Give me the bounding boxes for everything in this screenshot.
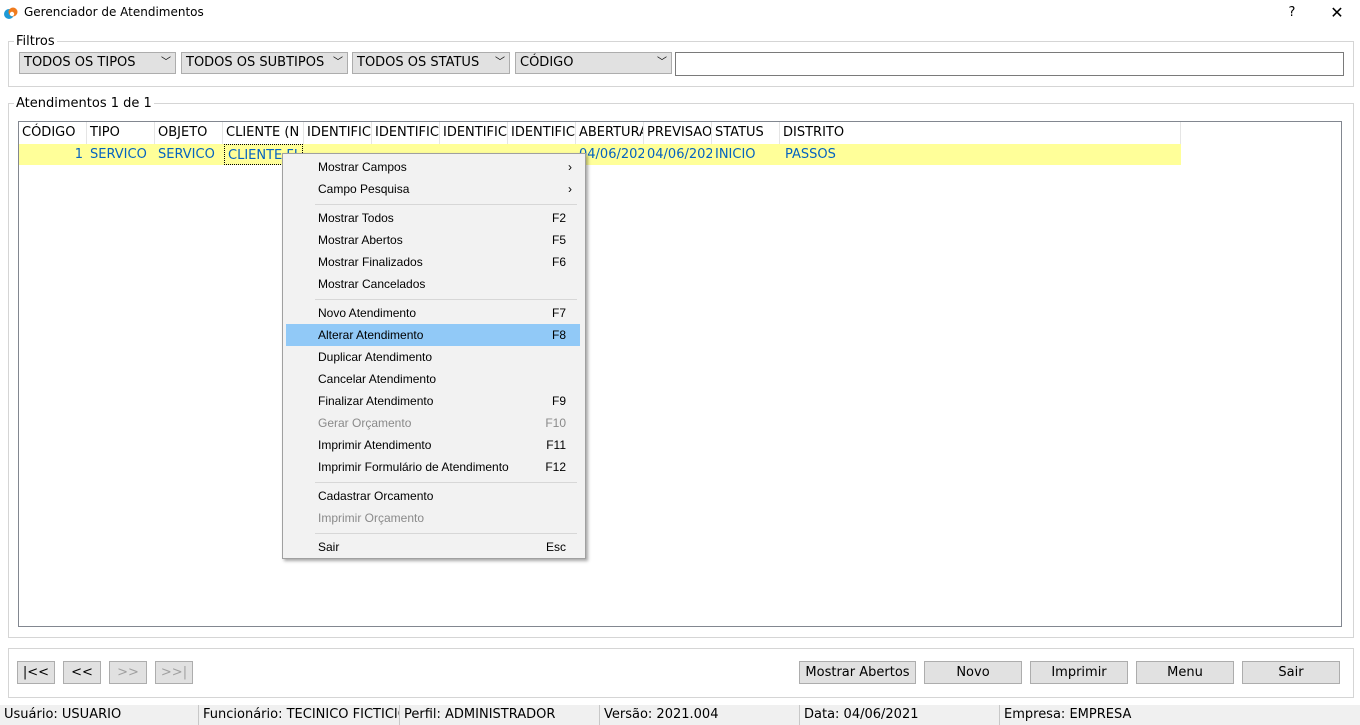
status-employee: Funcionário: TECINICO FICTICIO [199, 705, 400, 725]
cell-status: INICIO [715, 147, 756, 162]
table-row[interactable]: 1 SERVICO SERVICO CLIENTE FI 04/06/202 0… [19, 144, 1181, 165]
menu-item-alterar-atendimento[interactable]: Alterar Atendimento F8 [286, 324, 580, 346]
last-page-button[interactable]: >>| [155, 661, 193, 684]
help-button[interactable]: ? [1282, 3, 1302, 23]
menu-separator [315, 482, 577, 483]
chevron-down-icon: ﹀ [657, 57, 667, 68]
menu-item-sair[interactable]: Sair Esc [286, 536, 580, 558]
filters-label: Filtros [14, 34, 57, 49]
prev-page-button[interactable]: << [63, 661, 101, 684]
atendimentos-grid[interactable]: CÓDIGO TIPO OBJETO CLIENTE (N IDENTIFIC … [18, 121, 1342, 627]
column-header-previsao[interactable]: PREVISAO [644, 122, 712, 144]
cell-codigo: 1 [74, 147, 83, 162]
status-filter-value: TODOS OS STATUS [357, 55, 480, 70]
menu-separator [315, 299, 577, 300]
cell-distrito: PASSOS [785, 147, 836, 162]
search-field-value: CÓDIGO [520, 55, 574, 70]
column-header-identificacao-3[interactable]: IDENTIFIC [440, 122, 508, 144]
menu-item-mostrar-campos[interactable]: Mostrar Campos › [286, 156, 580, 178]
title-bar: Gerenciador de Atendimentos ? ✕ [0, 0, 1360, 26]
menu-item-campo-pesquisa[interactable]: Campo Pesquisa › [286, 178, 580, 200]
cell-tipo: SERVICO [90, 147, 147, 162]
search-input[interactable] [675, 52, 1344, 76]
first-page-button[interactable]: |<< [17, 661, 55, 684]
column-header-cliente[interactable]: CLIENTE (N [223, 122, 304, 144]
app-logo-icon [4, 7, 18, 19]
cell-previsao: 04/06/202 [647, 147, 712, 162]
chevron-down-icon: ﹀ [333, 57, 343, 68]
grid-header: CÓDIGO TIPO OBJETO CLIENTE (N IDENTIFIC … [19, 122, 1181, 144]
menu-item-finalizar-atendimento[interactable]: Finalizar Atendimento F9 [286, 390, 580, 412]
new-button[interactable]: Novo [924, 661, 1022, 684]
column-header-objeto[interactable]: OBJETO [155, 122, 223, 144]
chevron-right-icon: › [568, 160, 572, 174]
menu-item-cancelar-atendimento[interactable]: Cancelar Atendimento [286, 368, 580, 390]
status-version: Versão: 2021.004 [600, 705, 800, 725]
menu-item-novo-atendimento[interactable]: Novo Atendimento F7 [286, 302, 580, 324]
status-profile: Perfil: ADMINISTRADOR [400, 705, 600, 725]
menu-item-mostrar-todos[interactable]: Mostrar Todos F2 [286, 207, 580, 229]
cell-objeto: SERVICO [158, 147, 215, 162]
subtype-filter-value: TODOS OS SUBTIPOS [186, 55, 325, 70]
menu-separator [315, 204, 577, 205]
menu-item-imprimir-formulario[interactable]: Imprimir Formulário de Atendimento F12 [286, 456, 580, 478]
menu-item-mostrar-cancelados[interactable]: Mostrar Cancelados [286, 273, 580, 295]
menu-item-gerar-orcamento: Gerar Orçamento F10 [318, 416, 566, 430]
column-header-abertura[interactable]: ABERTURA [576, 122, 644, 144]
next-page-button[interactable]: >> [109, 661, 147, 684]
search-field-select[interactable]: CÓDIGO ﹀ [515, 52, 672, 74]
column-header-distrito[interactable]: DISTRITO [780, 122, 1181, 144]
status-filter-select[interactable]: TODOS OS STATUS ﹀ [352, 52, 510, 74]
column-header-tipo[interactable]: TIPO [87, 122, 155, 144]
type-filter-select[interactable]: TODOS OS TIPOS ﹀ [19, 52, 176, 74]
menu-item-cadastrar-orcamento[interactable]: Cadastrar Orcamento [286, 485, 580, 507]
column-header-identificacao-2[interactable]: IDENTIFIC [372, 122, 440, 144]
chevron-down-icon: ﹀ [495, 57, 505, 68]
context-menu: Mostrar Campos › Campo Pesquisa › Mostra… [282, 153, 586, 559]
column-header-identificacao-1[interactable]: IDENTIFIC [304, 122, 372, 144]
exit-button[interactable]: Sair [1242, 661, 1340, 684]
status-date: Data: 04/06/2021 [800, 705, 1000, 725]
menu-item-imprimir-atendimento[interactable]: Imprimir Atendimento F11 [286, 434, 580, 456]
list-count-label: Atendimentos 1 de 1 [14, 96, 154, 111]
print-button[interactable]: Imprimir [1030, 661, 1128, 684]
subtype-filter-select[interactable]: TODOS OS SUBTIPOS ﹀ [181, 52, 348, 74]
status-user: Usuário: USUARIO [0, 705, 199, 725]
menu-item-imprimir-orcamento: Imprimir Orçamento [318, 511, 425, 525]
type-filter-value: TODOS OS TIPOS [24, 55, 136, 70]
chevron-down-icon: ﹀ [161, 57, 171, 68]
column-header-status[interactable]: STATUS [712, 122, 780, 144]
status-company: Empresa: EMPRESA [1004, 707, 1132, 722]
menu-item-mostrar-abertos[interactable]: Mostrar Abertos F5 [286, 229, 580, 251]
chevron-right-icon: › [568, 182, 572, 196]
menu-item-mostrar-finalizados[interactable]: Mostrar Finalizados F6 [286, 251, 580, 273]
close-icon[interactable]: ✕ [1326, 3, 1348, 23]
cell-abertura: 04/06/202 [579, 147, 644, 162]
column-header-codigo[interactable]: CÓDIGO [19, 122, 87, 144]
show-open-button[interactable]: Mostrar Abertos [799, 661, 916, 684]
menu-button[interactable]: Menu [1136, 661, 1234, 684]
menu-item-duplicar-atendimento[interactable]: Duplicar Atendimento [286, 346, 580, 368]
window-title: Gerenciador de Atendimentos [24, 5, 204, 19]
column-header-identificacao-4[interactable]: IDENTIFIC [508, 122, 576, 144]
menu-separator [315, 533, 577, 534]
